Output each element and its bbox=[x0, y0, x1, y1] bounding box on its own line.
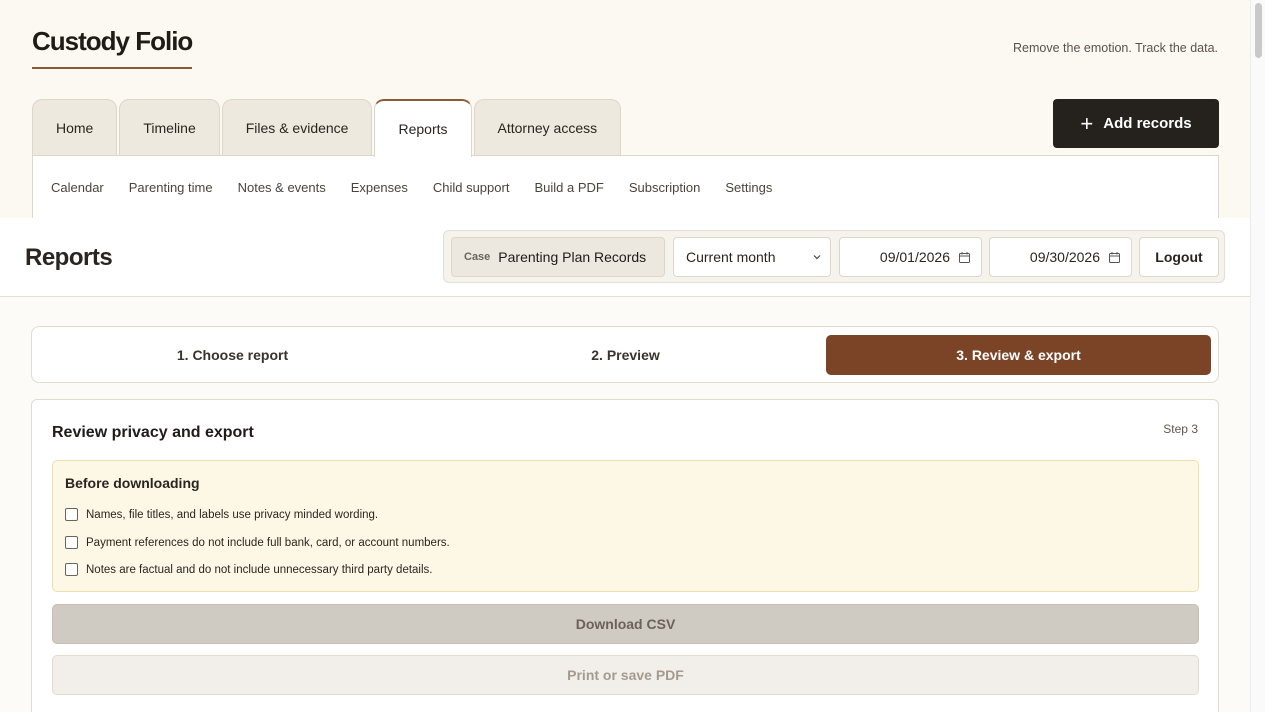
scrollbar-thumb[interactable] bbox=[1255, 3, 1262, 58]
checklist-title: Before downloading bbox=[65, 475, 200, 491]
app-tagline: Remove the emotion. Track the data. bbox=[1013, 41, 1218, 55]
calendar-icon[interactable] bbox=[1108, 251, 1121, 264]
start-date-value: 09/01/2026 bbox=[879, 249, 950, 265]
logout-button[interactable]: Logout bbox=[1139, 237, 1219, 277]
checklist-item[interactable]: Notes are factual and do not include unn… bbox=[65, 563, 432, 576]
chevron-down-icon bbox=[813, 255, 821, 260]
tab-home[interactable]: Home bbox=[32, 99, 118, 156]
subnav-calendar[interactable]: Calendar bbox=[51, 180, 104, 195]
subnav-settings[interactable]: Settings bbox=[725, 180, 772, 195]
checklist-item-label: Payment references do not include full b… bbox=[86, 536, 450, 549]
checklist-item-label: Names, file titles, and labels use priva… bbox=[86, 508, 379, 521]
subnav-child-support[interactable]: Child support bbox=[433, 180, 510, 195]
review-card: Review privacy and export Step 3 Before … bbox=[31, 399, 1219, 712]
step-choose-report[interactable]: 1. Choose report bbox=[40, 335, 425, 375]
review-title: Review privacy and export bbox=[52, 424, 254, 441]
checklist-item-label: Notes are factual and do not include unn… bbox=[86, 563, 433, 576]
tab-attorney-access[interactable]: Attorney access bbox=[473, 99, 622, 156]
add-records-label: Add records bbox=[1103, 115, 1192, 132]
subnav-notes-events[interactable]: Notes & events bbox=[238, 180, 326, 195]
checkbox[interactable] bbox=[65, 508, 78, 521]
case-selector[interactable]: Case Parenting Plan Records bbox=[451, 237, 665, 277]
print-pdf-button[interactable]: Print or save PDF bbox=[52, 655, 1199, 695]
reports-toolbar: Reports Case Parenting Plan Records Curr… bbox=[0, 218, 1250, 297]
scrollbar[interactable] bbox=[1250, 0, 1265, 712]
plus-icon: + bbox=[1080, 110, 1094, 136]
period-select[interactable]: Current month bbox=[673, 237, 831, 277]
end-date-input[interactable]: 09/30/2026 bbox=[989, 237, 1132, 277]
tab-timeline[interactable]: Timeline bbox=[119, 99, 220, 156]
sub-navigation: Calendar Parenting time Notes & events E… bbox=[32, 155, 1219, 218]
subnav-parenting-time[interactable]: Parenting time bbox=[129, 180, 213, 195]
calendar-icon[interactable] bbox=[958, 251, 971, 264]
step-preview[interactable]: 2. Preview bbox=[433, 335, 818, 375]
period-value: Current month bbox=[686, 249, 776, 265]
report-stepper: 1. Choose report 2. Preview 3. Review & … bbox=[31, 326, 1219, 383]
checklist-item[interactable]: Names, file titles, and labels use priva… bbox=[65, 508, 378, 521]
step-tag: Step 3 bbox=[1163, 422, 1198, 436]
step-review-export[interactable]: 3. Review & export bbox=[826, 335, 1211, 375]
main-tabs: Home Timeline Files & evidence Reports A… bbox=[32, 99, 622, 157]
start-date-input[interactable]: 09/01/2026 bbox=[839, 237, 982, 277]
end-date-value: 09/30/2026 bbox=[1029, 249, 1100, 265]
subnav-subscription[interactable]: Subscription bbox=[629, 180, 701, 195]
privacy-checklist: Before downloading Names, file titles, a… bbox=[52, 460, 1199, 592]
subnav-expenses[interactable]: Expenses bbox=[351, 180, 408, 195]
subnav-build-pdf[interactable]: Build a PDF bbox=[534, 180, 603, 195]
page-title: Reports bbox=[25, 244, 113, 271]
case-value: Parenting Plan Records bbox=[498, 249, 647, 265]
app-logo[interactable]: Custody Folio bbox=[32, 26, 193, 69]
tab-files-evidence[interactable]: Files & evidence bbox=[221, 99, 373, 156]
app-header: Custody Folio Remove the emotion. Track … bbox=[0, 0, 1250, 218]
case-label: Case bbox=[464, 251, 491, 263]
checklist-item[interactable]: Payment references do not include full b… bbox=[65, 536, 450, 549]
download-csv-button[interactable]: Download CSV bbox=[52, 604, 1199, 644]
checkbox[interactable] bbox=[65, 536, 78, 549]
add-records-button[interactable]: + Add records bbox=[1053, 99, 1219, 148]
tab-reports[interactable]: Reports bbox=[374, 99, 472, 157]
filter-group: Case Parenting Plan Records Current mont… bbox=[443, 230, 1225, 283]
checkbox[interactable] bbox=[65, 563, 78, 576]
